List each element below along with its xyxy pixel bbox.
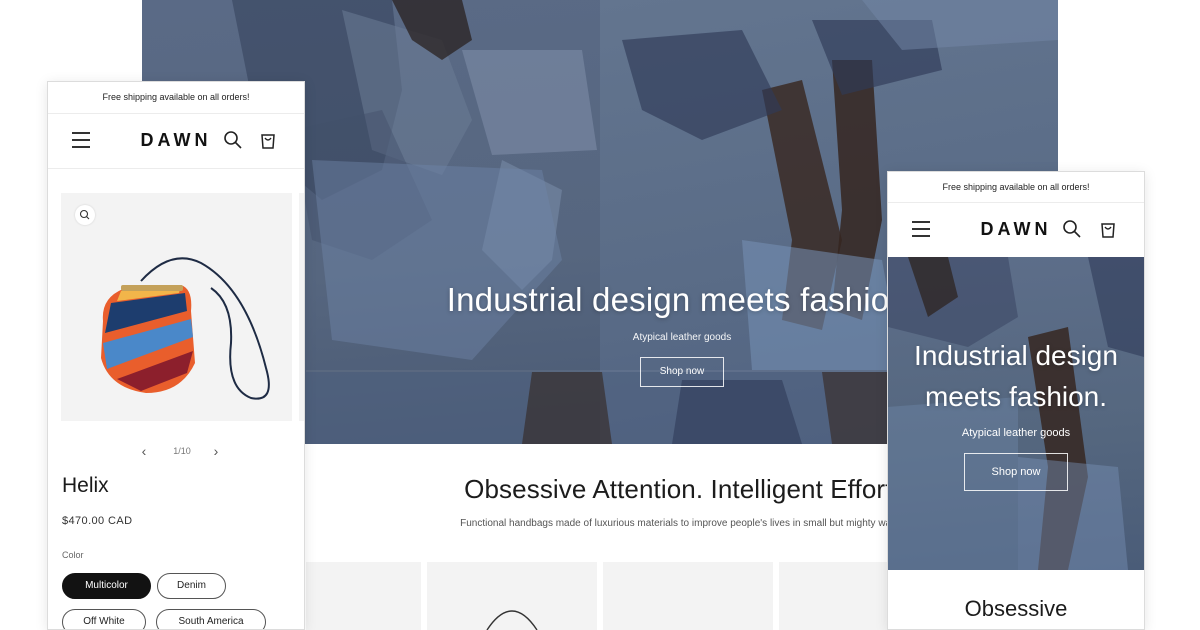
slider-nav: ‹ 1/10 › <box>48 444 304 460</box>
section-heading: Obsessive <box>964 596 1068 621</box>
product-price: $470.00 CAD <box>62 515 133 527</box>
next-product-image <box>299 193 304 421</box>
search-icon[interactable] <box>1062 219 1082 239</box>
search-icon[interactable] <box>223 130 243 150</box>
next-slide-arrow[interactable]: › <box>208 444 224 460</box>
bag-thumbnail <box>486 610 538 630</box>
mobile-header: DAWN <box>888 203 1144 257</box>
cart-icon[interactable] <box>1098 219 1118 239</box>
product-image[interactable] <box>61 193 292 421</box>
product-tile[interactable] <box>603 562 773 630</box>
shop-now-button[interactable]: Shop now <box>964 453 1068 491</box>
mobile-home-preview: Free shipping available on all orders! D… <box>887 171 1145 630</box>
shop-now-button[interactable]: Shop now <box>640 357 724 387</box>
hero-title-line-2: meets fashion. <box>924 381 1108 412</box>
cart-icon[interactable] <box>258 130 278 150</box>
hero-banner: Industrial design meets fashion. Atypica… <box>888 257 1144 570</box>
hero-subtitle: Atypical leather goods <box>961 427 1071 439</box>
color-label: Color <box>62 550 84 560</box>
hero-content: Industrial design meets fashion. Atypica… <box>888 335 1144 491</box>
color-option-south-america[interactable]: South America <box>156 609 266 629</box>
product-tile[interactable] <box>306 562 421 630</box>
announcement-bar: Free shipping available on all orders! <box>888 172 1144 203</box>
mobile-product-preview: Free shipping available on all orders! D… <box>47 81 305 630</box>
announcement-bar: Free shipping available on all orders! <box>48 82 304 114</box>
product-title: Helix <box>62 474 109 497</box>
color-option-denim[interactable]: Denim <box>157 573 226 599</box>
color-option-multicolor[interactable]: Multicolor <box>62 573 151 599</box>
mobile-header: DAWN <box>48 114 304 169</box>
color-option-off-white[interactable]: Off White <box>62 609 146 629</box>
slide-counter: 1/10 <box>173 446 191 456</box>
handbag-illustration <box>101 257 270 400</box>
prev-slide-arrow[interactable]: ‹ <box>136 444 152 460</box>
product-tile[interactable] <box>427 562 597 630</box>
hero-title-line-1: Industrial design <box>914 340 1118 371</box>
